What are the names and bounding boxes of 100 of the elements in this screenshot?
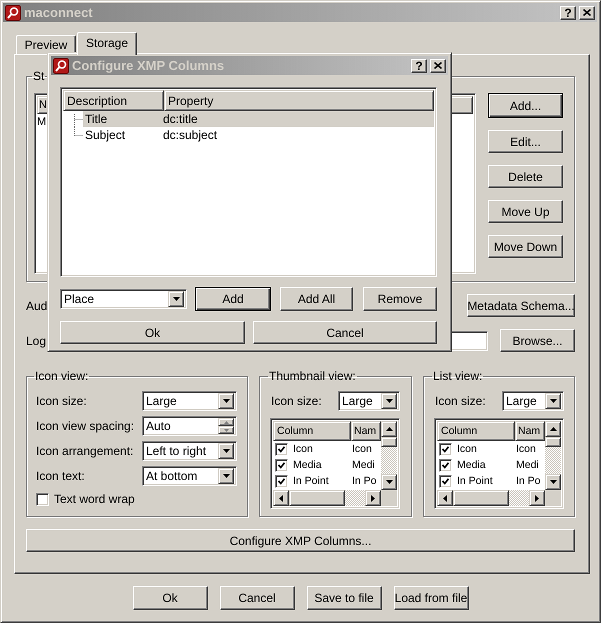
vertical-scrollbar[interactable] — [381, 421, 397, 490]
list-cell-text: Media — [457, 459, 487, 471]
dropdown[interactable]: Large — [502, 391, 564, 411]
scroll-right-button[interactable] — [365, 490, 381, 506]
footer-button[interactable]: Save to file — [306, 586, 382, 610]
storage-button[interactable]: Move Up — [488, 200, 563, 223]
app-icon — [5, 4, 21, 20]
list-cell: In Po — [516, 475, 541, 487]
down-arrow-icon — [224, 428, 228, 432]
footer-button[interactable]: Load from file — [394, 586, 468, 610]
checkbox[interactable] — [275, 442, 288, 456]
metadata-schema-button[interactable]: Metadata Schema... — [467, 294, 575, 317]
caret-icon — [550, 399, 556, 403]
browse-button[interactable]: Browse... — [500, 329, 575, 352]
checkbox-label: Text word wrap — [54, 492, 135, 506]
list-cell: Medi — [516, 459, 539, 471]
caret-icon — [222, 474, 230, 478]
cancel-button[interactable]: Cancel — [253, 321, 437, 344]
property-dropdown[interactable]: Place — [60, 289, 187, 309]
close-button[interactable] — [579, 6, 595, 20]
list-cell-text: In Point — [457, 475, 494, 487]
checkbox[interactable] — [36, 492, 49, 506]
checkbox[interactable] — [439, 442, 452, 456]
column-header[interactable]: Property — [164, 90, 434, 111]
caret-icon — [386, 399, 392, 403]
storage-button[interactable]: Edit... — [488, 130, 563, 153]
dropdown-button[interactable] — [218, 443, 234, 459]
left-arrow-icon — [443, 494, 447, 502]
close-button[interactable] — [430, 58, 446, 72]
help-button[interactable]: ? — [560, 6, 576, 20]
list-cell: In Po — [352, 475, 377, 487]
field-label: Icon view spacing: — [36, 419, 136, 433]
list-cell-text: dc:subject — [163, 127, 218, 143]
vertical-scrollbar[interactable] — [545, 421, 561, 490]
scroll-thumb[interactable] — [289, 490, 345, 506]
dropdown[interactable]: Large — [142, 391, 237, 411]
horizontal-scrollbar[interactable] — [273, 490, 381, 506]
dropdown[interactable]: Large — [338, 391, 400, 411]
list-cell-text: dc:title — [163, 111, 199, 127]
right-arrow-icon — [371, 494, 375, 502]
column-header[interactable]: Nam — [515, 421, 545, 441]
scroll-down-button[interactable] — [545, 474, 561, 490]
tab[interactable]: Storage — [77, 32, 137, 55]
dropdown-button[interactable] — [218, 468, 234, 484]
scrollbar-corner — [545, 490, 561, 506]
column-header[interactable]: Column — [437, 421, 515, 441]
footer-button[interactable]: Cancel — [220, 586, 294, 610]
caret-icon — [222, 399, 230, 403]
field-label: Aud — [26, 298, 48, 312]
group-title: St — [32, 69, 46, 83]
list-cell-text: Icon — [293, 443, 314, 455]
column-header[interactable]: Description — [63, 90, 164, 111]
column-header[interactable]: Nam — [351, 421, 381, 441]
dropdown[interactable]: At bottom — [142, 466, 237, 486]
list-cell: Medi — [352, 459, 375, 471]
spin-up-button[interactable] — [218, 418, 234, 426]
check-icon — [278, 446, 285, 452]
scroll-left-button[interactable] — [273, 490, 289, 506]
window-title: maconnect — [24, 5, 93, 20]
ok-button[interactable]: Ok — [60, 321, 245, 344]
dropdown[interactable]: Left to right — [142, 441, 237, 461]
checkbox[interactable] — [275, 474, 288, 488]
dropdown-button[interactable] — [168, 291, 184, 307]
scroll-left-button[interactable] — [437, 490, 453, 506]
storage-button[interactable]: Delete — [488, 165, 563, 188]
dropdown-button[interactable] — [218, 393, 234, 409]
tab[interactable]: Preview — [16, 35, 76, 54]
scroll-thumb[interactable] — [381, 437, 397, 447]
dialog-button[interactable]: Add All — [280, 287, 353, 311]
spin-down-button[interactable] — [218, 426, 234, 434]
help-button[interactable]: ? — [411, 58, 427, 72]
checkbox[interactable] — [439, 458, 452, 472]
group-title: List view: — [432, 369, 484, 383]
spin-field[interactable]: Auto — [142, 416, 237, 436]
scroll-thumb[interactable] — [545, 437, 561, 447]
dropdown-button[interactable] — [545, 393, 561, 409]
scroll-up-button[interactable] — [381, 421, 397, 437]
field-label: Icon arrangement: — [36, 444, 134, 458]
scroll-up-button[interactable] — [545, 421, 561, 437]
checkbox[interactable] — [439, 474, 452, 488]
storage-button[interactable]: Add... — [488, 93, 563, 118]
list-cell: Icon — [352, 443, 372, 455]
scroll-down-button[interactable] — [381, 474, 397, 490]
dialog-button[interactable]: Add — [195, 287, 271, 311]
list-cell-text: In Point — [293, 475, 330, 487]
storage-button[interactable]: Move Down — [488, 235, 563, 258]
list-row[interactable]: Subject dc:subject — [63, 127, 434, 143]
horizontal-scrollbar[interactable] — [437, 490, 545, 506]
check-icon — [278, 478, 285, 484]
dropdown-button[interactable] — [381, 393, 397, 409]
checkbox[interactable] — [275, 458, 288, 472]
field-label: Icon size: — [435, 394, 486, 408]
dialog-button[interactable]: Remove — [363, 287, 437, 311]
list-cell: Icon — [516, 443, 536, 455]
scroll-thumb[interactable] — [453, 490, 509, 506]
configure-xmp-columns-button[interactable]: Configure XMP Columns... — [26, 529, 575, 552]
caret-icon — [172, 297, 180, 301]
scroll-right-button[interactable] — [529, 490, 545, 506]
column-header[interactable]: Column — [273, 421, 351, 441]
footer-button[interactable]: Ok — [132, 586, 208, 610]
